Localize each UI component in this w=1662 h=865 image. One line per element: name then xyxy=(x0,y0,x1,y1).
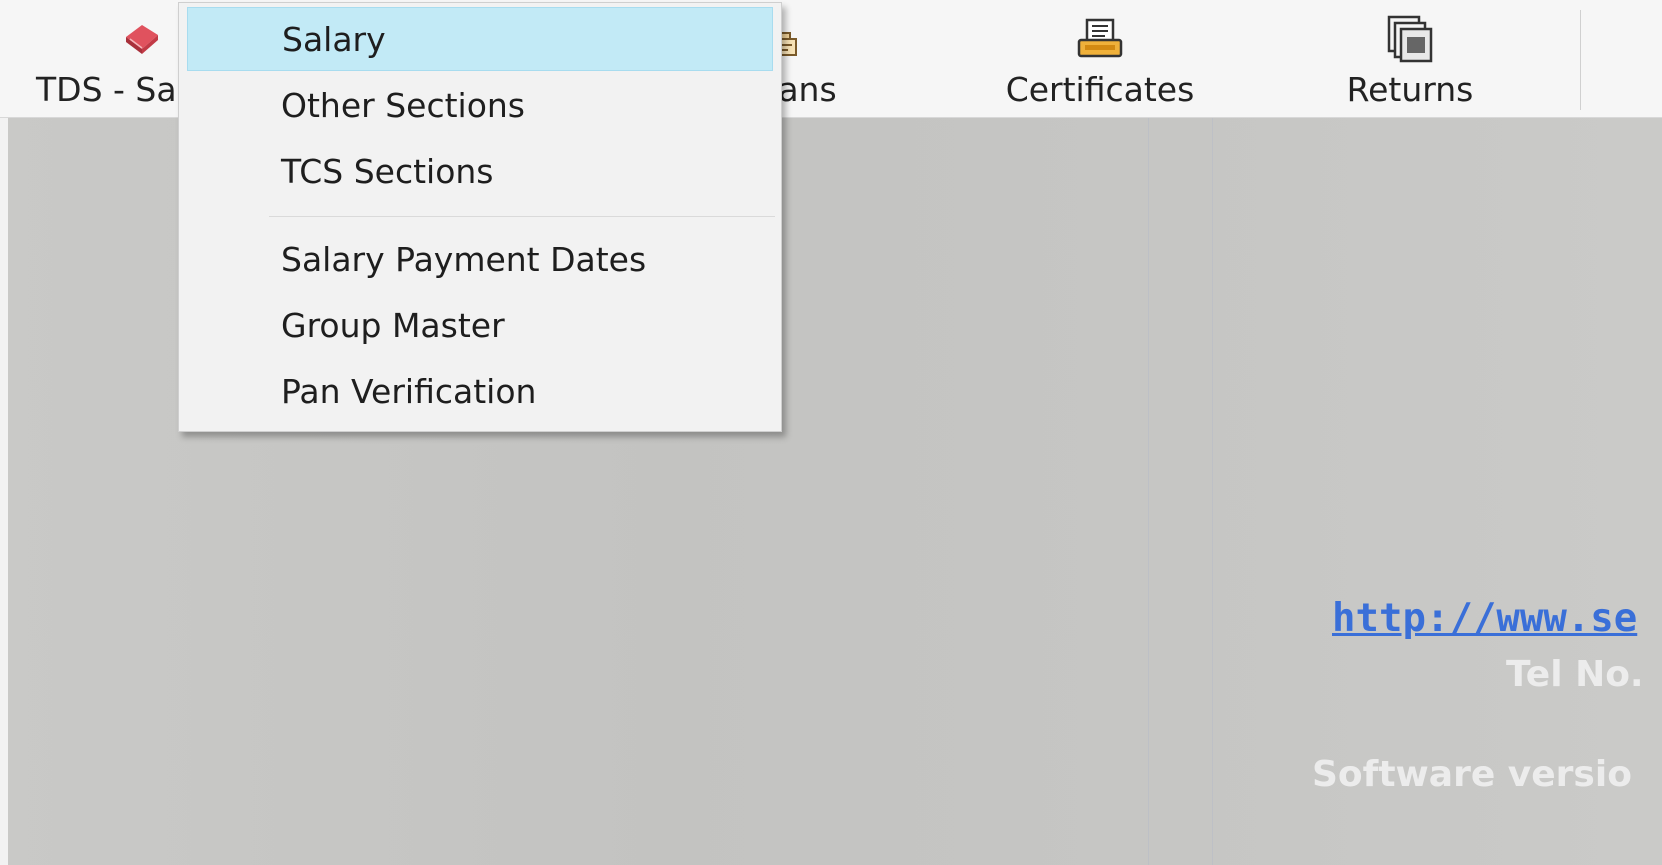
website-link[interactable]: http://www.se xyxy=(1332,596,1637,641)
menu-item-label: Salary Payment Dates xyxy=(281,239,647,279)
menu-item-salary[interactable]: Salary xyxy=(187,7,773,71)
menu-item-label: Salary xyxy=(282,19,386,59)
menu-separator xyxy=(269,216,775,217)
menu-item-pan-verification[interactable]: Pan Verification xyxy=(187,359,773,423)
menu-item-tcs-sections[interactable]: TCS Sections xyxy=(187,139,773,203)
menu-item-salary-payment-dates[interactable]: Salary Payment Dates xyxy=(187,227,773,291)
left-border xyxy=(0,118,8,865)
returns-icon xyxy=(1387,14,1433,64)
workspace-divider xyxy=(1212,118,1213,865)
certificates-button[interactable]: Certificates xyxy=(1000,0,1200,118)
tel-label: Tel No. xyxy=(1506,654,1644,695)
returns-label: Returns xyxy=(1346,70,1474,109)
tds-salary-label: TDS - Sal xyxy=(36,70,186,109)
software-version-label: Software versio xyxy=(1312,754,1632,795)
menu-item-group-master[interactable]: Group Master xyxy=(187,293,773,357)
menu-item-label: Group Master xyxy=(281,305,505,345)
menu-item-other-sections[interactable]: Other Sections xyxy=(187,73,773,137)
menu-item-label: Other Sections xyxy=(281,85,525,125)
tds-dropdown-menu: Salary Other Sections TCS Sections Salar… xyxy=(178,2,782,432)
workspace-divider xyxy=(1148,118,1149,865)
menu-item-label: TCS Sections xyxy=(281,151,494,191)
returns-button[interactable]: Returns xyxy=(1320,0,1500,118)
certificates-label: Certificates xyxy=(1005,70,1195,109)
book-icon xyxy=(120,14,162,64)
certificate-icon xyxy=(1075,14,1125,64)
menu-item-label: Pan Verification xyxy=(281,371,537,411)
